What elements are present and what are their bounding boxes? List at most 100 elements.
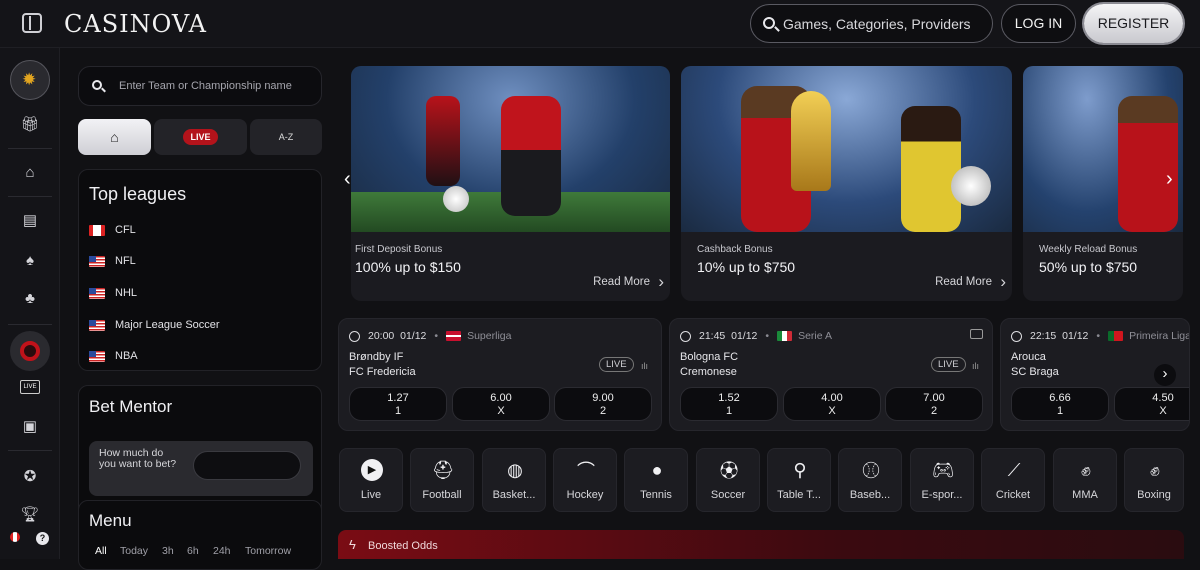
home-icon: ⌂ (110, 129, 119, 145)
hockey-stick-icon: ⌒ (577, 461, 595, 481)
filter-6h[interactable]: 6h (187, 545, 199, 557)
register-button[interactable]: REGISTER (1084, 4, 1183, 43)
sport-tile-hockey[interactable]: ⌒ Hockey (553, 448, 617, 512)
odds-button[interactable]: 4.50 X (1114, 387, 1189, 421)
sport-tile-esports[interactable]: 🎮︎ E-spor... (910, 448, 974, 512)
sport-tile-baseball[interactable]: ⚾︎ Baseb... (838, 448, 902, 512)
match-card[interactable]: 21:45 01/12 • Serie A Bologna FC Cremone… (669, 318, 993, 431)
sport-tile-tennis[interactable]: ● Tennis (624, 448, 688, 512)
team-search-input[interactable]: Enter Team or Championship name (78, 66, 322, 106)
odds-button[interactable]: 6.00 X (452, 387, 550, 421)
league-item[interactable]: CFL (89, 224, 136, 236)
live-icon[interactable]: LIVE (20, 380, 40, 394)
home-team: Brøndby IF (349, 351, 404, 363)
roulette-icon (20, 341, 40, 361)
match-header: 21:45 01/12 • Serie A (680, 330, 832, 342)
filter-24h[interactable]: 24h (213, 545, 231, 557)
roulette-icon-button[interactable] (10, 331, 50, 371)
trophy-icon[interactable]: 🏆︎ (20, 504, 40, 524)
cricket-bat-icon: ⟋ (1007, 459, 1021, 480)
sun-icon-button[interactable]: ✹ (10, 60, 50, 100)
filter-today[interactable]: Today (120, 545, 148, 557)
filter-all[interactable]: All (95, 545, 107, 557)
cards-icon[interactable]: ♠ (20, 250, 40, 270)
home-tab[interactable]: ⌂ (78, 119, 151, 155)
filter-tomorrow[interactable]: Tomorrow (245, 545, 291, 557)
gamepad-icon: 🎮︎ (931, 459, 955, 480)
match-header: 22:15 01/12 • Primeira Liga (1011, 330, 1189, 342)
lightning-icon: ϟ (349, 537, 356, 552)
help-icon[interactable]: ? (36, 532, 49, 545)
promo-banner[interactable]: Weekly Reload Bonus 50% up to $750 (1023, 66, 1183, 301)
sport-tile-cricket[interactable]: ⟋ Cricket (981, 448, 1045, 512)
boosted-odds-header[interactable]: ϟ Boosted Odds (338, 530, 1184, 559)
mma-glove-icon: ✊︎ (1081, 459, 1091, 480)
sport-tile-basketball[interactable]: ◍ Basket... (482, 448, 546, 512)
menu-title: Menu (89, 511, 132, 530)
league-item[interactable]: Major League Soccer (89, 319, 220, 331)
language-flag-icon[interactable] (10, 532, 20, 542)
sport-tile-boxing[interactable]: ✊︎ Boxing (1124, 448, 1184, 512)
game-search-input[interactable]: Games, Categories, Providers (750, 4, 993, 43)
odds-button[interactable]: 6.66 1 (1011, 387, 1109, 421)
search-placeholder: Games, Categories, Providers (783, 16, 971, 32)
promo-headline: 50% up to $750 (1039, 259, 1138, 275)
clover-icon[interactable]: ♣ (20, 288, 40, 308)
canada-flag-icon (89, 224, 105, 236)
slot-machine-icon[interactable]: ▤ (20, 210, 40, 230)
bet-amount-input[interactable] (193, 451, 301, 480)
sports-tv-icon[interactable]: ▣ (20, 416, 40, 436)
away-team: Cremonese (680, 366, 737, 378)
az-tab[interactable]: A-Z (250, 119, 322, 155)
usa-flag-icon (89, 287, 105, 299)
promo-image (681, 66, 1012, 232)
league-item[interactable]: NHL (89, 287, 137, 299)
live-tab[interactable]: LIVE (154, 119, 247, 155)
filter-3h[interactable]: 3h (162, 545, 174, 557)
play-icon: ▶ (361, 459, 383, 481)
league-item[interactable]: NBA (89, 350, 138, 362)
promo-banner[interactable]: Cashback Bonus 10% up to $750 Read More (681, 66, 1012, 301)
stats-icon[interactable]: ılı (972, 361, 979, 371)
promo-subtitle: Cashback Bonus (697, 244, 773, 255)
badge-icon[interactable]: ✪ (20, 466, 40, 486)
league-item[interactable]: NFL (89, 255, 136, 267)
login-button[interactable]: LOG IN (1001, 4, 1076, 43)
live-badge: LIVE (599, 357, 634, 372)
sports-sidebar: Enter Team or Championship name ⌂ LIVE A… (60, 48, 336, 570)
sidebar-toggle-icon[interactable] (22, 13, 42, 33)
promo-image (1023, 66, 1183, 232)
search-icon (763, 17, 775, 29)
read-more-link[interactable]: Read More (935, 272, 1006, 292)
sport-tile-soccer[interactable]: ⚽︎ Soccer (696, 448, 760, 512)
sun-icon: ✹ (22, 70, 37, 89)
next-match-icon[interactable]: › (1154, 364, 1176, 386)
odds-button[interactable]: 9.00 2 (554, 387, 652, 421)
sport-tile-live[interactable]: ▶ Live (339, 448, 403, 512)
sport-tile-table-tennis[interactable]: ⚲ Table T... (767, 448, 831, 512)
sport-tile-mma[interactable]: ✊︎ MMA (1053, 448, 1117, 512)
read-more-link[interactable]: Read More (593, 272, 664, 292)
odds-button[interactable]: 4.00 X (783, 387, 881, 421)
logo[interactable]: CASINOVA (64, 10, 207, 38)
match-card[interactable]: 22:15 01/12 • Primeira Liga Arouca SC Br… (1000, 318, 1190, 431)
casino-icon[interactable]: ⌂ (20, 162, 40, 182)
gift-icon[interactable]: 🎁︎ (20, 114, 40, 134)
home-team: Bologna FC (680, 351, 739, 363)
odds-button[interactable]: 1.52 1 (680, 387, 778, 421)
promo-headline: 100% up to $150 (355, 259, 461, 275)
rail-divider (8, 148, 52, 149)
top-bar: CASINOVA Games, Categories, Providers LO… (0, 0, 1200, 48)
live-badge: LIVE (931, 357, 966, 372)
odds-button[interactable]: 7.00 2 (885, 387, 983, 421)
match-card[interactable]: 20:00 01/12 • Superliga Brøndby IF FC Fr… (338, 318, 662, 431)
tennis-ball-icon: ● (651, 459, 663, 480)
usa-flag-icon (89, 350, 105, 362)
tv-icon[interactable] (970, 329, 983, 339)
promo-banner[interactable]: First Deposit Bonus 100% up to $150 Read… (351, 66, 670, 301)
odds-button[interactable]: 1.27 1 (349, 387, 447, 421)
carousel-prev-icon[interactable]: ‹ (344, 168, 351, 191)
sport-tile-football[interactable]: ⛑︎ Football (410, 448, 474, 512)
stats-icon[interactable]: ılı (641, 361, 648, 371)
carousel-next-icon[interactable]: › (1166, 168, 1173, 191)
